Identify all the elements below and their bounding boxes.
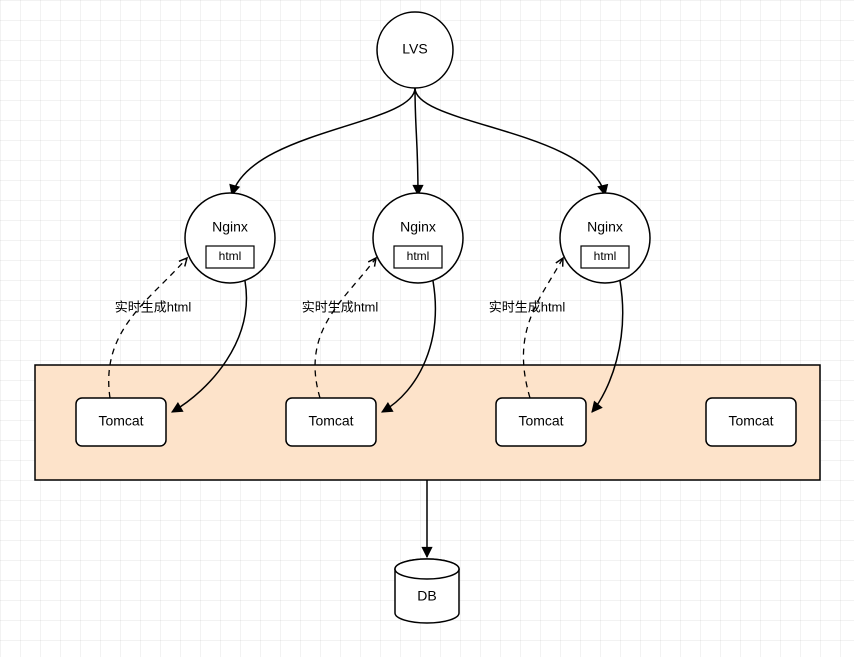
- tomcat-node-2: Tomcat: [286, 398, 376, 446]
- edge-lvs-nginx2: [415, 88, 418, 195]
- tomcat-label-1: Tomcat: [98, 413, 143, 429]
- diagram-svg: LVS Nginx html Nginx html Nginx html 实时生…: [0, 0, 854, 657]
- tomcat-label-4: Tomcat: [728, 413, 773, 429]
- annotation-3: 实时生成html: [489, 299, 566, 314]
- nginx-node-2: Nginx html: [373, 193, 463, 283]
- edge-lvs-nginx1: [232, 88, 415, 195]
- db-label: DB: [417, 588, 436, 604]
- nginx-label-1: Nginx: [212, 219, 248, 235]
- nginx-node-3: Nginx html: [560, 193, 650, 283]
- tomcat-node-1: Tomcat: [76, 398, 166, 446]
- tomcat-label-3: Tomcat: [518, 413, 563, 429]
- db-node: DB: [395, 559, 459, 623]
- tomcat-label-2: Tomcat: [308, 413, 353, 429]
- nginx-node-1: Nginx html: [185, 193, 275, 283]
- nginx-label-3: Nginx: [587, 219, 623, 235]
- nginx-html-label-3: html: [594, 249, 617, 263]
- lvs-node: LVS: [377, 12, 453, 88]
- tomcat-node-4: Tomcat: [706, 398, 796, 446]
- lvs-label: LVS: [402, 41, 427, 57]
- tomcat-node-3: Tomcat: [496, 398, 586, 446]
- edge-lvs-nginx3: [415, 88, 605, 195]
- nginx-html-label-1: html: [219, 249, 242, 263]
- nginx-html-label-2: html: [407, 249, 430, 263]
- annotation-1: 实时生成html: [115, 299, 192, 314]
- nginx-label-2: Nginx: [400, 219, 436, 235]
